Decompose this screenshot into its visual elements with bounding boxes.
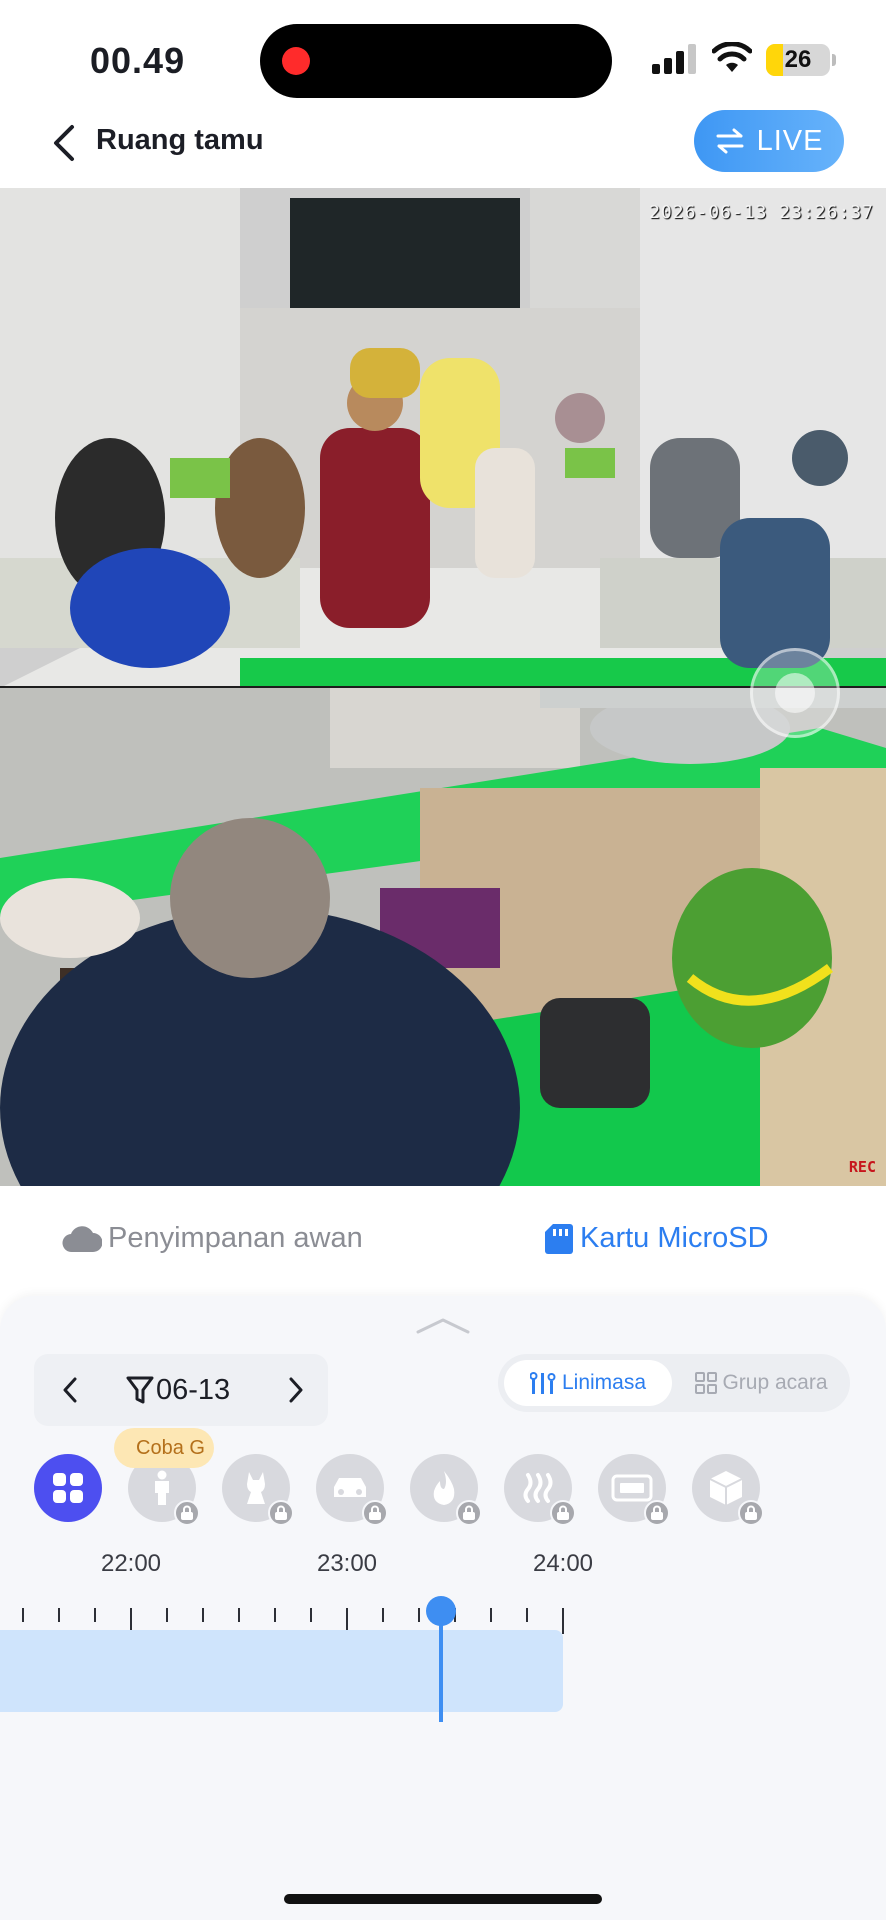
timeline-label: 24:00: [532, 1550, 594, 1577]
timeline-tick: [166, 1608, 168, 1622]
grid-icon: [695, 1372, 718, 1394]
timeline-tick: [310, 1608, 312, 1622]
tab-cloud-label: Penyimpanan awan: [108, 1222, 363, 1254]
smoke-icon: [523, 1473, 553, 1503]
license-plate-icon: [611, 1474, 653, 1502]
timeline-tick: [22, 1608, 24, 1622]
timeline-tick: [94, 1608, 96, 1622]
page-header: Ruang tamu LIVE: [0, 100, 886, 188]
timeline-tick: [58, 1608, 60, 1622]
timeline-tick: [238, 1608, 240, 1622]
all-events-icon: [53, 1473, 83, 1503]
lock-icon: [268, 1500, 294, 1526]
home-indicator: [284, 1894, 602, 1904]
tab-cloud-storage[interactable]: Penyimpanan awan: [62, 1222, 363, 1255]
filter-package[interactable]: [692, 1454, 764, 1526]
tab-microsd[interactable]: Kartu MicroSD: [544, 1222, 769, 1255]
sd-card-icon: [545, 1223, 573, 1254]
status-bar: 00.49 26: [0, 0, 886, 110]
next-day-button[interactable]: [274, 1368, 318, 1412]
filter-all-events[interactable]: [34, 1454, 102, 1522]
battery-cap: [832, 54, 836, 66]
filter-pet[interactable]: [222, 1454, 294, 1526]
live-button[interactable]: LIVE: [694, 110, 844, 172]
storage-source-tabs: Penyimpanan awan Kartu MicroSD: [0, 1186, 886, 1296]
lock-icon: [550, 1500, 576, 1526]
tab-timeline-label: Linimasa: [561, 1371, 647, 1394]
tab-event-group-label: Grup acara: [722, 1371, 828, 1394]
timeline-sliders-icon: [529, 1372, 556, 1394]
camera-view-top: 2026-06-13 23:26:37: [0, 188, 886, 688]
person-icon: [155, 1470, 169, 1505]
view-mode-toggle: Linimasa Grup acara: [498, 1354, 850, 1412]
tab-timeline[interactable]: Linimasa: [504, 1360, 672, 1406]
battery-indicator: 26: [766, 44, 830, 76]
camera-timestamp: 2026-06-13 23:26:37: [649, 202, 874, 223]
live-label: LIVE: [756, 124, 824, 157]
filter-funnel-icon: [126, 1376, 154, 1404]
timeline-tick: [490, 1608, 492, 1622]
ptz-joystick-handle[interactable]: [775, 673, 815, 713]
package-icon: [709, 1471, 743, 1505]
lock-icon: [644, 1500, 670, 1526]
recording-segment[interactable]: [0, 1630, 563, 1712]
previous-day-button[interactable]: [48, 1368, 92, 1412]
filter-vehicle[interactable]: [316, 1454, 388, 1526]
lock-icon: [174, 1500, 200, 1526]
back-button[interactable]: [44, 120, 84, 166]
filter-smoke[interactable]: [504, 1454, 576, 1526]
chevron-left-icon: [54, 125, 74, 161]
page-title: Ruang tamu: [96, 124, 264, 156]
lock-icon: [738, 1500, 764, 1526]
timeline-label: 22:00: [100, 1550, 162, 1577]
selected-date: 06-13: [156, 1373, 231, 1406]
camera-rec-label: REC: [848, 1158, 876, 1176]
date-filter-button[interactable]: 06-13: [126, 1368, 230, 1412]
pet-icon: [247, 1472, 265, 1504]
battery-level: 26: [784, 46, 812, 73]
camera-view-bottom: REC: [0, 688, 886, 1186]
timeline-tick: [274, 1608, 276, 1622]
counter-scene-image: [0, 688, 886, 1186]
cellular-signal-icon: [652, 44, 696, 74]
timeline-label: 23:00: [316, 1550, 378, 1577]
chevron-right-icon: [289, 1377, 303, 1403]
chevron-up-icon[interactable]: [416, 1316, 470, 1334]
playhead-handle[interactable]: [425, 1596, 456, 1626]
wifi-icon: [712, 42, 752, 72]
playback-sheet: 06-13 Linimasa Grup acara Coba G 22:00 2…: [0, 1296, 886, 1920]
timeline-tick: [382, 1608, 384, 1622]
tab-microsd-label: Kartu MicroSD: [580, 1222, 769, 1254]
try-feature-badge[interactable]: Coba G: [114, 1428, 214, 1468]
swap-arrows-icon: [716, 128, 744, 154]
timeline-tick: [526, 1608, 528, 1622]
dynamic-island: [260, 24, 612, 98]
vehicle-icon: [334, 1478, 366, 1497]
tab-event-group[interactable]: Grup acara: [678, 1360, 844, 1406]
status-time: 00.49: [90, 40, 186, 81]
camera-feed[interactable]: 2026-06-13 23:26:37 REC: [0, 188, 886, 1186]
date-selector: 06-13: [34, 1354, 328, 1426]
timeline-tick: [562, 1608, 564, 1634]
lock-icon: [362, 1500, 388, 1526]
timeline-tick: [202, 1608, 204, 1622]
filter-license-plate[interactable]: [598, 1454, 670, 1526]
restaurant-scene-image: [0, 188, 886, 688]
recording-indicator-icon: [282, 47, 310, 75]
timeline-tick: [418, 1608, 420, 1622]
filter-fire[interactable]: [410, 1454, 482, 1526]
chevron-left-icon: [63, 1377, 77, 1403]
lock-icon: [456, 1500, 482, 1526]
cloud-icon: [62, 1225, 102, 1252]
fire-icon: [433, 1471, 455, 1505]
ptz-joystick[interactable]: [750, 648, 840, 738]
